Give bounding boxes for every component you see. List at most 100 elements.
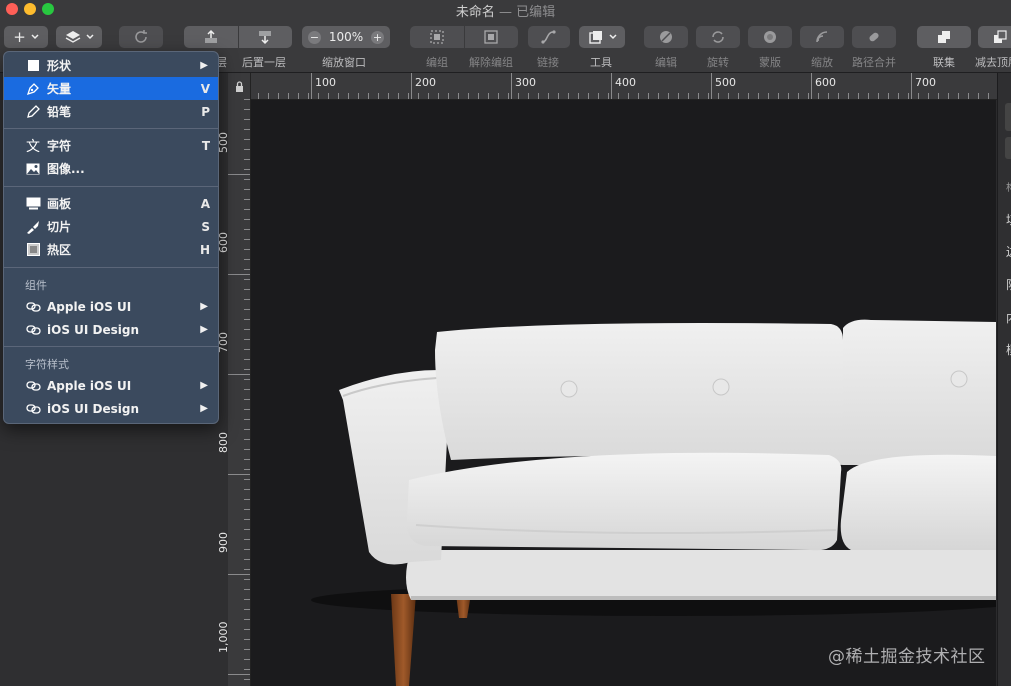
subtract-icon <box>994 30 1007 43</box>
sofa-image[interactable] <box>251 100 996 686</box>
link-button[interactable] <box>528 26 570 48</box>
arrange-segment <box>184 26 292 48</box>
link-icon <box>25 378 41 394</box>
ruler-tick-label: 100 <box>315 76 336 89</box>
mask-button[interactable] <box>748 26 792 48</box>
union-icon <box>938 31 950 43</box>
ruler-tick: 500 <box>217 132 250 175</box>
union-label: 联集 <box>933 56 955 69</box>
menu-item-component-ios-ui-design[interactable]: iOS UI Design ▶ <box>4 318 218 341</box>
ruler-tick: 800 <box>217 432 250 475</box>
sync-button[interactable] <box>119 26 163 48</box>
link-icon <box>25 401 41 417</box>
menu-item-label: Apple iOS UI <box>47 378 132 393</box>
ruler-tick: 700 <box>911 73 936 99</box>
inspector-blur-label[interactable]: 模 <box>1006 341 1011 358</box>
rotate-button[interactable] <box>696 26 740 48</box>
send-backward-button[interactable] <box>238 26 292 48</box>
zoom-control: − 100% + <box>302 26 390 48</box>
menu-item-artboard[interactable]: 画板 A <box>4 192 218 215</box>
edit-button[interactable] <box>644 26 688 48</box>
scale-button[interactable] <box>800 26 844 48</box>
ungroup-label: 解除编组 <box>469 56 513 69</box>
menu-item-textstyle-ios-ui-design[interactable]: iOS UI Design ▶ <box>4 397 218 420</box>
ruler-tick-label: 500 <box>715 76 736 89</box>
menu-separator <box>4 267 218 268</box>
menu-item-label: Apple iOS UI <box>47 299 132 314</box>
scale-label: 缩放 <box>811 56 833 69</box>
subtract-button[interactable] <box>978 26 1011 48</box>
menu-item-label: iOS UI Design <box>47 322 140 337</box>
menu-item-label: 矢量 <box>47 82 72 96</box>
menu-item-pencil[interactable]: 铅笔 P <box>4 100 218 123</box>
chevron-down-icon <box>608 34 617 40</box>
vertical-ruler: 500 600 700 800 900 1,000 <box>217 99 251 686</box>
ruler-tick: 100 <box>311 73 336 99</box>
text-icon: 文 <box>26 138 40 155</box>
menu-item-slice[interactable]: 切片 S <box>4 215 218 238</box>
menu-separator <box>4 186 218 187</box>
ruler-lock-corner[interactable] <box>228 73 251 100</box>
tools-button[interactable] <box>579 26 625 48</box>
inspector-field[interactable] <box>1005 103 1011 131</box>
inspector-inner-shadow-label[interactable]: 内 <box>1006 309 1011 326</box>
ruler-tick: 400 <box>611 73 636 99</box>
send-backward-icon <box>259 31 272 45</box>
menu-item-component-apple-ios-ui[interactable]: Apple iOS UI ▶ <box>4 295 218 318</box>
path-combine-button[interactable] <box>852 26 896 48</box>
chevron-down-icon <box>31 34 39 40</box>
union-button[interactable] <box>917 26 971 48</box>
plus-icon: + <box>13 28 26 46</box>
link-icon <box>25 299 41 315</box>
layers-button[interactable] <box>56 26 102 48</box>
ruler-tick-label: 300 <box>515 76 536 89</box>
link-label: 链接 <box>537 56 559 69</box>
edit-label: 编辑 <box>655 56 677 69</box>
menu-item-label: 画板 <box>47 197 72 211</box>
ruler-tick-label: 600 <box>815 76 836 89</box>
knife-icon <box>25 219 41 235</box>
menu-item-label: 热区 <box>47 243 72 257</box>
artboard-icon <box>25 196 41 212</box>
menu-item-shortcut: T <box>201 138 210 153</box>
menu-item-label: iOS UI Design <box>47 401 140 416</box>
menu-item-shortcut: A <box>200 196 210 211</box>
menu-separator <box>4 128 218 129</box>
menu-item-label: 图像... <box>47 162 85 176</box>
inspector-panel: 构 填 边 阴 内 模 <box>997 73 1011 686</box>
menu-item-text[interactable]: 文 字符 T <box>4 134 218 157</box>
rotate-label: 旋转 <box>707 56 729 69</box>
submenu-arrow-icon: ▶ <box>200 324 208 335</box>
zoom-value[interactable]: 100% <box>329 30 363 44</box>
menu-item-vector[interactable]: 矢量 V <box>4 77 218 100</box>
inspector-shadow-label[interactable]: 阴 <box>1006 276 1011 293</box>
menu-item-hotspot[interactable]: 热区 H <box>4 238 218 261</box>
insert-button[interactable]: + <box>4 26 48 48</box>
ruler-tick-label: 200 <box>415 76 436 89</box>
canvas[interactable] <box>251 100 996 686</box>
zoom-out-button[interactable]: − <box>308 30 321 44</box>
zoom-in-button[interactable]: + <box>371 30 384 44</box>
inspector-section-label: 构 <box>1006 179 1011 194</box>
menu-item-shape[interactable]: 形状 ▶ <box>4 54 218 77</box>
bring-forward-button[interactable] <box>184 26 239 48</box>
inspector-border-label[interactable]: 边 <box>1006 243 1011 260</box>
insert-menu: 形状 ▶ 矢量 V 铅笔 P 文 字符 T 图像... 画板 A 切片 S 热区… <box>3 51 219 424</box>
ungroup-button[interactable] <box>464 26 518 48</box>
menu-item-label: 铅笔 <box>47 105 72 119</box>
inspector-fill-label[interactable]: 填 <box>1006 211 1011 228</box>
path-combine-icon <box>869 32 879 42</box>
ruler-tick: 500 <box>711 73 736 99</box>
watermark: @稀土掘金技术社区 <box>828 647 986 667</box>
submenu-arrow-icon: ▶ <box>200 60 208 71</box>
group-icon <box>430 30 444 44</box>
inspector-field[interactable] <box>1005 137 1011 159</box>
chevron-down-icon <box>85 34 94 40</box>
group-button[interactable] <box>410 26 465 48</box>
menu-item-textstyle-apple-ios-ui[interactable]: Apple iOS UI ▶ <box>4 374 218 397</box>
menu-item-image[interactable]: 图像... <box>4 157 218 180</box>
pen-icon <box>25 81 41 97</box>
tools-icon <box>588 31 602 44</box>
title-bar: 未命名 — 已编辑 <box>0 0 1011 20</box>
horizontal-ruler: 100 200 300 400 500 600 700 <box>228 73 998 100</box>
